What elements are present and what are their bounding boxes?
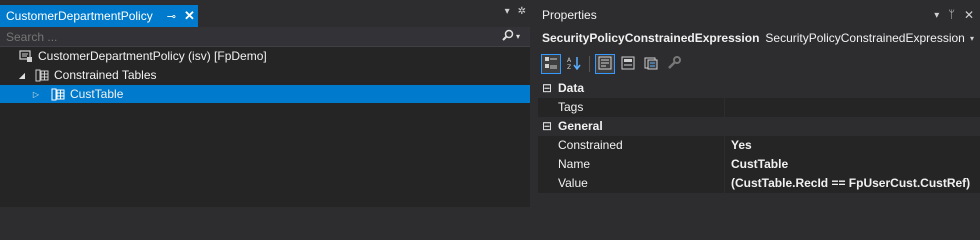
category-label: General xyxy=(558,119,603,133)
property-name: Tags xyxy=(538,97,725,117)
tree-item-policy[interactable]: CustomerDepartmentPolicy (isv) [FpDemo] xyxy=(0,47,530,65)
categorized-icon xyxy=(544,56,558,73)
wrench-button[interactable] xyxy=(664,54,684,74)
svg-text:A: A xyxy=(567,57,572,64)
search-input[interactable] xyxy=(0,27,490,46)
sort-alphabetical-icon: AZ xyxy=(567,56,581,73)
property-grid: ⊟ Data Tags ⊟ General Constrained Yes Na… xyxy=(538,79,980,193)
pin-icon[interactable]: ᛘ xyxy=(948,9,955,21)
tree-item-label: CustTable xyxy=(70,87,124,101)
close-icon[interactable]: ✕ xyxy=(964,8,974,22)
object-selector[interactable]: SecurityPolicyConstrainedExpression Secu… xyxy=(538,28,980,48)
property-value[interactable]: (CustTable.RecId == FpUserCust.CustRef) xyxy=(725,173,980,193)
chevron-down-icon: ▾ xyxy=(969,34,974,43)
events-button[interactable] xyxy=(618,54,638,74)
properties-toolbar: AZ xyxy=(538,51,980,77)
settings-icon[interactable]: ✲ xyxy=(518,6,526,17)
search-button[interactable]: ▾ xyxy=(496,28,526,45)
object-name: SecurityPolicyConstrainedExpression xyxy=(542,31,760,45)
pin-icon[interactable]: ⊸ xyxy=(167,10,176,23)
tree-item-custtable[interactable]: ▷ CustTable xyxy=(0,85,530,103)
category-general[interactable]: ⊟ General xyxy=(538,117,980,136)
dropdown-menu-icon[interactable]: ▾ xyxy=(505,6,510,17)
properties-title: Properties xyxy=(542,8,597,22)
panel-tools: ▾ ✲ xyxy=(505,6,526,17)
category-data[interactable]: ⊟ Data xyxy=(538,79,980,98)
collapsed-arrow-icon[interactable]: ▷ xyxy=(30,90,42,99)
expanded-arrow-icon[interactable]: ◢ xyxy=(16,71,28,80)
tab-title: CustomerDepartmentPolicy xyxy=(6,9,153,23)
wrench-icon xyxy=(667,55,681,73)
chevron-down-icon: ▾ xyxy=(515,32,520,41)
dropdown-menu-icon[interactable]: ▾ xyxy=(934,10,939,21)
collapse-icon[interactable]: ⊟ xyxy=(540,81,554,95)
search-bar: ▾ xyxy=(0,27,530,47)
property-name: Constrained xyxy=(538,135,725,155)
category-label: Data xyxy=(558,81,585,95)
search-icon xyxy=(502,29,514,44)
close-icon[interactable]: ✕ xyxy=(184,8,195,24)
properties-icon xyxy=(598,56,612,73)
properties-panel: Properties ▾ ᛘ ✕ SecurityPolicyConstrain… xyxy=(538,0,980,207)
property-row-value[interactable]: Value (CustTable.RecId == FpUserCust.Cus… xyxy=(538,173,980,193)
table-icon xyxy=(50,87,66,101)
tab-bar: CustomerDepartmentPolicy ⊸ ✕ ▾ ✲ xyxy=(0,0,530,27)
tree-item-constrained-tables[interactable]: ◢ Constrained Tables xyxy=(0,66,530,84)
solution-explorer-panel: CustomerDepartmentPolicy ⊸ ✕ ▾ ✲ ▾ Custo… xyxy=(0,0,530,207)
property-name: Name xyxy=(538,154,725,174)
events-icon xyxy=(621,56,635,73)
property-value[interactable]: CustTable xyxy=(725,154,980,174)
policy-icon xyxy=(18,49,34,63)
property-value[interactable]: Yes xyxy=(725,135,980,155)
property-name: Value xyxy=(538,173,725,193)
panel-splitter[interactable] xyxy=(530,0,538,207)
table-group-icon xyxy=(34,68,50,82)
properties-view-button[interactable] xyxy=(595,54,615,74)
property-pages-button[interactable] xyxy=(641,54,661,74)
collapse-icon[interactable]: ⊟ xyxy=(540,119,554,133)
tree-item-label: CustomerDepartmentPolicy (isv) [FpDemo] xyxy=(38,49,267,63)
tab-customer-department-policy[interactable]: CustomerDepartmentPolicy ⊸ ✕ xyxy=(0,5,198,27)
tree-item-label: Constrained Tables xyxy=(54,68,157,82)
property-row-tags[interactable]: Tags xyxy=(538,97,980,117)
property-value[interactable] xyxy=(725,97,980,117)
svg-text:Z: Z xyxy=(567,64,571,70)
object-type: SecurityPolicyConstrainedExpression xyxy=(765,31,965,45)
properties-title-tools: ▾ ᛘ ✕ xyxy=(934,6,974,24)
alphabetical-button[interactable]: AZ xyxy=(564,54,584,74)
properties-title-bar: Properties ▾ ᛘ ✕ xyxy=(538,6,980,24)
categorized-button[interactable] xyxy=(541,54,561,74)
toolbar-separator xyxy=(589,56,590,72)
property-row-constrained[interactable]: Constrained Yes xyxy=(538,135,980,155)
property-row-name[interactable]: Name CustTable xyxy=(538,154,980,174)
property-pages-icon xyxy=(644,56,658,73)
